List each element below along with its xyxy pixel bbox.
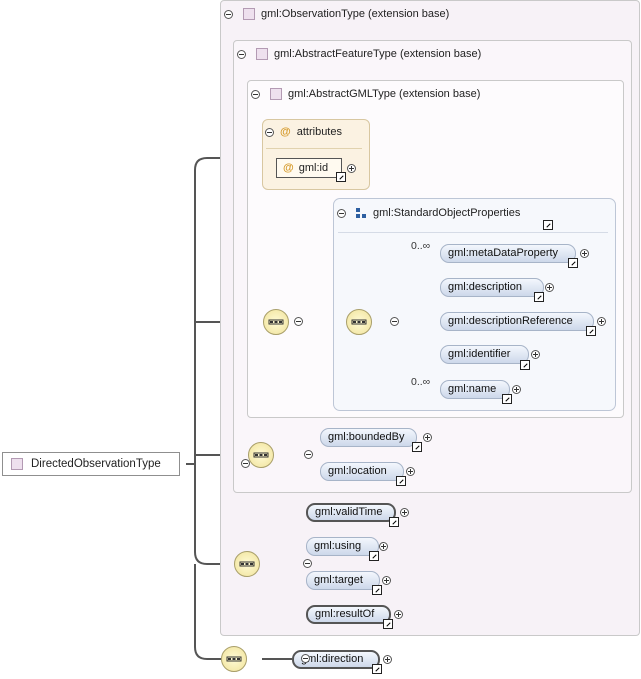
expand-icon[interactable] (400, 508, 409, 517)
expand-icon[interactable] (379, 542, 388, 551)
element-metadataproperty[interactable]: gml:metaDataProperty (440, 244, 576, 263)
abstract-feature-type-label: gml:AbstractFeatureType (extension base) (274, 48, 482, 60)
link-arrow-icon[interactable] (372, 585, 382, 595)
link-arrow-icon[interactable] (389, 517, 399, 527)
attributes-divider (266, 148, 362, 149)
element-label: gml:metaDataProperty (448, 247, 559, 259)
type-square-icon (243, 8, 255, 20)
link-arrow-icon[interactable] (568, 258, 578, 268)
element-label: gml:resultOf (315, 608, 375, 620)
expand-icon[interactable] (545, 283, 554, 292)
element-label: gml:direction (301, 653, 364, 665)
expand-icon[interactable] (512, 385, 521, 394)
link-arrow-icon[interactable] (534, 292, 544, 302)
link-arrow-icon[interactable] (502, 394, 512, 404)
collapse-icon[interactable] (390, 317, 400, 326)
link-arrow-icon[interactable] (520, 360, 530, 370)
expand-icon[interactable] (382, 576, 391, 585)
element-validtime[interactable]: gml:validTime (306, 503, 396, 522)
collapse-icon[interactable] (237, 49, 246, 59)
sequence-compositor-icon[interactable] (346, 309, 372, 335)
expand-icon[interactable] (347, 164, 356, 173)
attributes-header: @ attributes (265, 126, 342, 138)
type-square-icon (270, 88, 282, 100)
root-type-label: DirectedObservationType (31, 458, 161, 470)
standard-properties-icon (356, 207, 367, 219)
element-label: gml:description (448, 281, 522, 293)
link-arrow-icon[interactable] (372, 664, 382, 674)
expand-icon[interactable] (597, 317, 606, 326)
observation-type-label: gml:ObservationType (extension base) (261, 8, 450, 20)
attribute-at-icon: @ (283, 162, 294, 174)
element-identifier[interactable]: gml:identifier (440, 345, 529, 364)
type-square-icon (256, 48, 268, 60)
element-descriptionreference[interactable]: gml:descriptionReference (440, 312, 594, 331)
element-label: gml:location (328, 465, 387, 477)
sequence-compositor-icon[interactable] (234, 551, 260, 577)
element-label: gml:using (314, 540, 362, 552)
element-target[interactable]: gml:target (306, 571, 380, 590)
element-label: gml:descriptionReference (448, 315, 573, 327)
sequence-compositor-icon[interactable] (221, 646, 247, 672)
link-arrow-icon[interactable] (586, 326, 596, 336)
standard-properties-divider (338, 232, 608, 233)
expand-icon[interactable] (406, 467, 415, 476)
sequence-compositor-icon[interactable] (248, 442, 274, 468)
expand-icon[interactable] (580, 249, 589, 258)
type-square-icon (11, 458, 23, 470)
collapse-icon[interactable] (337, 208, 346, 218)
collapse-icon[interactable] (251, 89, 260, 99)
link-arrow-icon[interactable] (383, 619, 393, 629)
expand-icon[interactable] (423, 433, 432, 442)
element-label: gml:identifier (448, 348, 511, 360)
expand-icon[interactable] (383, 655, 392, 664)
collapse-icon[interactable] (265, 127, 274, 137)
root-type-node[interactable]: DirectedObservationType (2, 452, 180, 476)
abstract-feature-type-header: gml:AbstractFeatureType (extension base) (237, 48, 481, 60)
cardinality-label: 0..∞ (411, 240, 431, 252)
link-arrow-icon[interactable] (369, 551, 379, 561)
element-description[interactable]: gml:description (440, 278, 544, 297)
element-location[interactable]: gml:location (320, 462, 404, 481)
attribute-at-icon: @ (280, 126, 291, 138)
cardinality-label: 0..∞ (411, 376, 431, 388)
expand-icon[interactable] (531, 350, 540, 359)
element-label: gml:validTime (315, 506, 383, 518)
collapse-icon[interactable] (294, 317, 303, 326)
element-label: gml:boundedBy (328, 431, 405, 443)
element-boundedby[interactable]: gml:boundedBy (320, 428, 417, 447)
standard-object-properties-header: gml:StandardObjectProperties (337, 207, 520, 219)
element-name[interactable]: gml:name (440, 380, 510, 399)
observation-type-header: gml:ObservationType (extension base) (224, 8, 449, 20)
element-resultof[interactable]: gml:resultOf (306, 605, 391, 624)
standard-object-properties-title: gml:StandardObjectProperties (373, 207, 521, 219)
element-label: gml:name (448, 383, 497, 395)
attribute-label: gml:id (298, 162, 329, 174)
link-arrow-icon[interactable] (396, 476, 406, 486)
link-arrow-icon[interactable] (543, 220, 553, 230)
sequence-compositor-icon[interactable] (263, 309, 289, 335)
attributes-title: attributes (296, 126, 342, 138)
abstract-gml-type-header: gml:AbstractGMLType (extension base) (251, 88, 480, 100)
expand-icon[interactable] (394, 610, 403, 619)
link-arrow-icon[interactable] (336, 172, 346, 182)
abstract-gml-type-label: gml:AbstractGMLType (extension base) (288, 88, 481, 100)
collapse-icon[interactable] (224, 9, 233, 19)
attribute-gml-id[interactable]: @ gml:id (276, 158, 342, 178)
element-label: gml:target (314, 574, 363, 586)
link-arrow-icon[interactable] (412, 442, 422, 452)
